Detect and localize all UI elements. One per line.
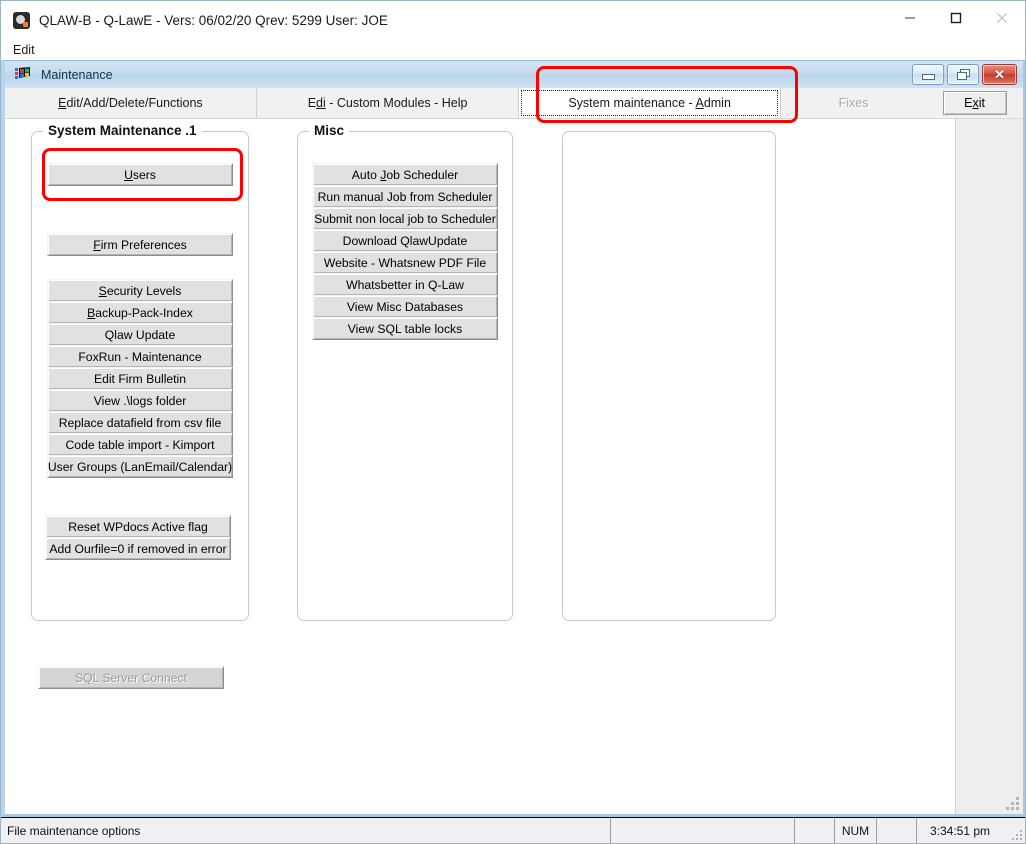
- tab-system-maintenance-admin[interactable]: System maintenance - Admin: [519, 88, 781, 118]
- application-titlebar: QLAW-B - Q-LawE - Vers: 06/02/20 Qrev: 5…: [1, 1, 1025, 40]
- button-group-wpdocs: Reset WPdocs Active flag Add Ourfile=0 i…: [45, 515, 231, 560]
- close-icon[interactable]: ✕: [982, 64, 1017, 85]
- application-window: QLAW-B - Q-LawE - Vers: 06/02/20 Qrev: 5…: [0, 0, 1026, 844]
- button-label: View .\logs folder: [93, 393, 187, 408]
- users-button[interactable]: Users: [47, 163, 233, 186]
- button-label: Whatsbetter in Q-Law: [346, 277, 464, 292]
- add-ourfile-zero-button[interactable]: Add Ourfile=0 if removed in error: [45, 537, 231, 560]
- groupbox-misc-title: Misc: [309, 123, 350, 138]
- minimize-icon[interactable]: [912, 64, 944, 85]
- status-clock: 3:34:51 pm: [929, 823, 991, 838]
- button-label: View Misc Databases: [346, 299, 464, 314]
- button-label: Reset WPdocs Active flag: [68, 519, 208, 534]
- button-group-maintenance-actions: Security Levels Backup-Pack-Index Qlaw U…: [47, 279, 233, 478]
- button-label: View SQL table locks: [347, 321, 463, 336]
- tab-fixes: Fixes: [780, 88, 927, 118]
- button-label: Code table import - Kimport: [65, 437, 215, 452]
- tab-label: Edi - Custom Modules - Help: [307, 96, 468, 110]
- button-group-users: Users: [47, 163, 233, 186]
- run-manual-job-from-scheduler-button[interactable]: Run manual Job from Scheduler: [312, 185, 498, 208]
- whatsbetter-in-qlaw-button[interactable]: Whatsbetter in Q-Law: [312, 273, 498, 296]
- resize-grip[interactable]: [1006, 797, 1020, 811]
- button-label: Download QlawUpdate: [342, 233, 468, 248]
- website-whatsnew-pdf-button[interactable]: Website - Whatsnew PDF File: [312, 251, 498, 274]
- foxrun-maintenance-button[interactable]: FoxRun - Maintenance: [47, 345, 233, 368]
- auto-job-scheduler-button[interactable]: Auto Job Scheduler: [312, 163, 498, 186]
- tab-edit-add-delete-functions[interactable]: Edit/Add/Delete/Functions: [5, 88, 257, 118]
- view-logs-folder-button[interactable]: View .\logs folder: [47, 389, 233, 412]
- status-cell-spacer: [611, 818, 795, 843]
- groupbox-empty: [562, 131, 776, 621]
- status-message: File maintenance options: [1, 818, 611, 843]
- tab-label: System maintenance - Admin: [568, 96, 731, 110]
- qlaw-app-icon: [13, 12, 30, 29]
- exit-button[interactable]: Exit: [942, 91, 1007, 115]
- exit-button-container: Exit: [926, 88, 1023, 118]
- status-bar: File maintenance options NUM 3:34:51 pm: [1, 817, 1025, 843]
- exit-button-label: Exit: [964, 96, 985, 110]
- menu-item-edit[interactable]: Edit: [11, 43, 37, 57]
- code-table-import-kimport-button[interactable]: Code table import - Kimport: [47, 433, 233, 456]
- application-title: QLAW-B - Q-LawE - Vers: 06/02/20 Qrev: 5…: [39, 13, 388, 28]
- form-right-filler: [955, 119, 1023, 814]
- tab-label: Fixes: [838, 96, 869, 110]
- button-group-firm-preferences: Firm Preferences: [47, 233, 233, 256]
- backup-pack-index-button[interactable]: Backup-Pack-Index: [47, 301, 233, 324]
- status-resize-grip[interactable]: [1003, 818, 1025, 843]
- button-label: Backup-Pack-Index: [87, 305, 193, 320]
- application-menubar: Edit: [1, 40, 1025, 60]
- maximize-icon[interactable]: [933, 1, 979, 34]
- button-label: Website - Whatsnew PDF File: [323, 255, 487, 270]
- security-levels-button[interactable]: Security Levels: [47, 279, 233, 302]
- maintenance-window-title: Maintenance: [41, 67, 113, 82]
- button-group-misc: Auto Job Scheduler Run manual Job from S…: [312, 163, 498, 340]
- minimize-icon[interactable]: [887, 1, 933, 34]
- button-label: Security Levels: [98, 283, 182, 298]
- form-surface: System Maintenance .1 Users Firm Prefere…: [5, 119, 955, 814]
- button-label: Qlaw Update: [104, 327, 176, 342]
- maintenance-window: Maintenance ✕ Edit/Add/Delete/Functions …: [1, 60, 1025, 817]
- button-label: Run manual Job from Scheduler: [317, 189, 493, 204]
- edit-firm-bulletin-button[interactable]: Edit Firm Bulletin: [47, 367, 233, 390]
- button-label: SQL Server Connect: [75, 670, 187, 685]
- tab-edi-custom-modules-help[interactable]: Edi - Custom Modules - Help: [256, 88, 520, 118]
- button-label: Replace datafield from csv file: [58, 415, 222, 430]
- view-misc-databases-button[interactable]: View Misc Databases: [312, 295, 498, 318]
- button-label: User Groups (LanEmail/Calendar): [47, 459, 233, 474]
- button-label: Firm Preferences: [93, 237, 187, 252]
- maintenance-window-icon: [15, 67, 31, 82]
- button-label: Add Ourfile=0 if removed in error: [49, 541, 227, 556]
- user-groups-button[interactable]: User Groups (LanEmail/Calendar): [47, 455, 233, 478]
- status-cell-blank-2: [877, 818, 917, 843]
- mdi-client-area: Maintenance ✕ Edit/Add/Delete/Functions …: [1, 60, 1025, 817]
- close-icon[interactable]: [979, 1, 1025, 34]
- status-cell-blank-1: [795, 818, 835, 843]
- groupbox-system-maintenance-title: System Maintenance .1: [43, 123, 202, 138]
- status-num-indicator: NUM: [835, 818, 877, 843]
- button-label: FoxRun - Maintenance: [78, 349, 202, 364]
- restore-icon[interactable]: [947, 64, 979, 85]
- form-client-area: System Maintenance .1 Users Firm Prefere…: [5, 119, 1023, 814]
- qlaw-update-button[interactable]: Qlaw Update: [47, 323, 233, 346]
- button-label: Users: [124, 167, 156, 182]
- view-sql-table-locks-button[interactable]: View SQL table locks: [312, 317, 498, 340]
- submit-non-local-job-to-scheduler-button[interactable]: Submit non local job to Scheduler: [312, 207, 498, 230]
- download-qlawupdate-button[interactable]: Download QlawUpdate: [312, 229, 498, 252]
- reset-wpdocs-active-flag-button[interactable]: Reset WPdocs Active flag: [45, 515, 231, 538]
- replace-datafield-from-csv-button[interactable]: Replace datafield from csv file: [47, 411, 233, 434]
- maintenance-window-controls: ✕: [912, 64, 1017, 85]
- window-controls: [887, 1, 1025, 34]
- firm-preferences-button[interactable]: Firm Preferences: [47, 233, 233, 256]
- tab-label: Edit/Add/Delete/Functions: [58, 96, 203, 110]
- button-label: Submit non local job to Scheduler: [314, 211, 496, 226]
- button-label: Edit Firm Bulletin: [93, 371, 187, 386]
- button-label: Auto Job Scheduler: [351, 167, 459, 182]
- tab-strip: Edit/Add/Delete/Functions Edi - Custom M…: [5, 88, 1023, 119]
- maintenance-titlebar: Maintenance ✕: [5, 60, 1023, 88]
- sql-server-connect-button: SQL Server Connect: [38, 666, 224, 689]
